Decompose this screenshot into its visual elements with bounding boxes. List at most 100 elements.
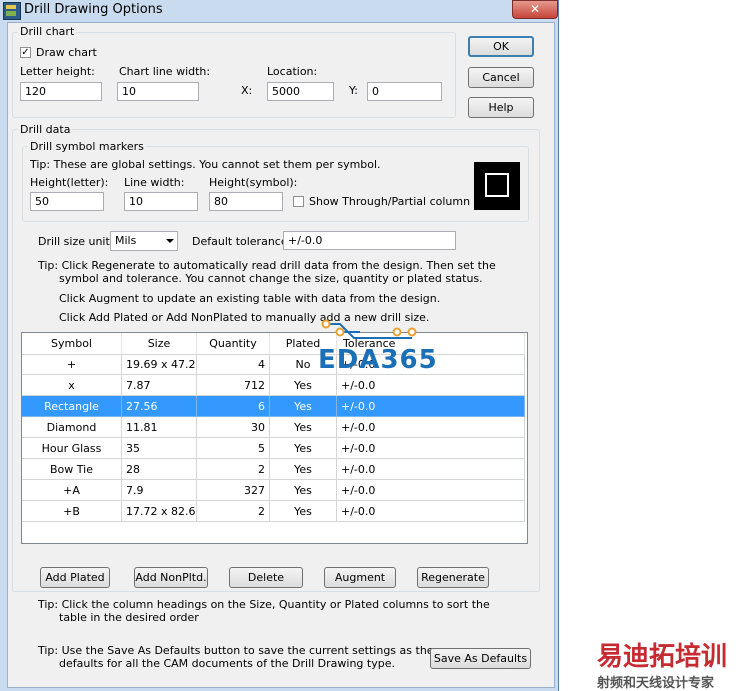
cell-tolerance: +/-0.0: [337, 417, 525, 438]
drill-size-units-select[interactable]: Mils: [110, 231, 178, 251]
line-width-label: Line width:: [124, 176, 185, 189]
cell-symbol: x: [22, 375, 122, 396]
column-header-size[interactable]: Size: [122, 333, 197, 354]
cell-quantity: 4: [197, 354, 270, 375]
cell-plated: Yes: [270, 417, 337, 438]
cell-tolerance: +/-0.0: [337, 459, 525, 480]
cell-quantity: 30: [197, 417, 270, 438]
sort-tip-line2: table in the desired order: [59, 611, 199, 624]
table-row[interactable]: +A 7.9 327 Yes +/-0.0: [22, 480, 525, 501]
location-y-input[interactable]: 0: [367, 82, 442, 101]
height-letter-label: Height(letter):: [30, 176, 109, 189]
table-row[interactable]: x 7.87 712 Yes +/-0.0: [22, 375, 525, 396]
cn-watermark-title: 易迪拓培训: [597, 642, 728, 672]
show-through-checkbox[interactable]: [293, 196, 304, 207]
delete-button[interactable]: Delete: [229, 567, 303, 588]
draw-chart-label: Draw chart: [36, 46, 97, 59]
cell-symbol: +B: [22, 501, 122, 522]
symbol-preview: [474, 162, 520, 210]
cell-tolerance: +/-0.0: [337, 438, 525, 459]
augment-tip: Click Augment to update an existing tabl…: [59, 292, 441, 305]
cell-symbol: Bow Tie: [22, 459, 122, 480]
cell-tolerance: +/-0.0: [337, 480, 525, 501]
ok-button[interactable]: OK: [468, 36, 534, 57]
cell-size: 19.69 x 47.24: [122, 354, 197, 375]
y-label: Y:: [349, 84, 358, 97]
cell-quantity: 327: [197, 480, 270, 501]
location-x-input[interactable]: 5000: [267, 82, 334, 101]
close-button[interactable]: ✕: [512, 0, 558, 19]
cell-tolerance: +/-0.0: [337, 375, 525, 396]
regenerate-button[interactable]: Regenerate: [417, 567, 489, 588]
letter-height-label: Letter height:: [20, 65, 95, 78]
cell-plated: Yes: [270, 459, 337, 480]
window-title: Drill Drawing Options: [24, 2, 163, 17]
cell-quantity: 712: [197, 375, 270, 396]
cell-tolerance: +/-0.0: [337, 501, 525, 522]
help-button[interactable]: Help: [468, 97, 534, 118]
cancel-button[interactable]: Cancel: [468, 67, 534, 88]
defaults-tip-line1: Tip: Use the Save As Defaults button to …: [38, 644, 434, 657]
show-through-label: Show Through/Partial column: [309, 195, 471, 208]
table-row[interactable]: +B 17.72 x 82.68 2 Yes +/-0.0: [22, 501, 525, 522]
cell-quantity: 2: [197, 501, 270, 522]
drill-symbol-markers-label: Drill symbol markers: [28, 140, 146, 153]
cell-plated: Yes: [270, 375, 337, 396]
eda365-circuit-logo: [321, 319, 417, 339]
height-symbol-input[interactable]: 80: [209, 192, 283, 211]
cell-symbol: +A: [22, 480, 122, 501]
table-row[interactable]: + 19.69 x 47.24 4 No +/-0.0: [22, 354, 525, 375]
cell-size: 27.56: [122, 396, 197, 417]
sort-tip-line1: Tip: Click the column headings on the Si…: [38, 598, 490, 611]
letter-height-input[interactable]: 120: [20, 82, 102, 101]
square-symbol-icon: [485, 173, 509, 197]
cell-size: 17.72 x 82.68: [122, 501, 197, 522]
x-label: X:: [241, 84, 253, 97]
cell-size: 28: [122, 459, 197, 480]
cell-quantity: 2: [197, 459, 270, 480]
cell-size: 7.87: [122, 375, 197, 396]
cell-symbol: Rectangle: [22, 396, 122, 417]
default-tolerance-label: Default tolerance:: [192, 235, 292, 248]
add-nonplated-button[interactable]: Add NonPltd.: [134, 567, 208, 588]
defaults-tip-line2: defaults for all the CAM documents of th…: [59, 657, 395, 670]
table-row[interactable]: Hour Glass 35 5 Yes +/-0.0: [22, 438, 525, 459]
chevron-down-icon: [166, 239, 174, 243]
cell-symbol: Hour Glass: [22, 438, 122, 459]
drill-data-group-label: Drill data: [18, 123, 73, 136]
cell-quantity: 5: [197, 438, 270, 459]
drill-chart-group-label: Drill chart: [18, 25, 77, 38]
default-tolerance-input[interactable]: +/-0.0: [283, 231, 456, 250]
table-row[interactable]: Bow Tie 28 2 Yes +/-0.0: [22, 459, 525, 480]
column-header-quantity[interactable]: Quantity: [197, 333, 270, 354]
add-plated-button[interactable]: Add Plated: [40, 567, 110, 588]
augment-button[interactable]: Augment: [324, 567, 396, 588]
drill-table-header: Symbol Size Quantity Plated Tolerance: [22, 333, 525, 355]
save-as-defaults-button[interactable]: Save As Defaults: [430, 648, 531, 669]
regenerate-tip-line2: symbol and tolerance. You cannot change …: [59, 272, 483, 285]
table-row[interactable]: Diamond 11.81 30 Yes +/-0.0: [22, 417, 525, 438]
table-row-selected[interactable]: Rectangle 27.56 6 Yes +/-0.0: [22, 396, 525, 417]
cell-quantity: 6: [197, 396, 270, 417]
location-label: Location:: [267, 65, 318, 78]
cell-size: 7.9: [122, 480, 197, 501]
drill-size-units-label: Drill size units:: [38, 235, 120, 248]
height-symbol-label: Height(symbol):: [209, 176, 298, 189]
cell-tolerance: +/-0.0: [337, 396, 525, 417]
cell-plated: Yes: [270, 396, 337, 417]
title-bar[interactable]: Drill Drawing Options: [0, 0, 558, 21]
markers-tip: Tip: These are global settings. You cann…: [30, 158, 381, 171]
chart-line-width-input[interactable]: 10: [117, 82, 199, 101]
cell-symbol: +: [22, 354, 122, 375]
cell-symbol: Diamond: [22, 417, 122, 438]
line-width-input[interactable]: 10: [124, 192, 198, 211]
height-letter-input[interactable]: 50: [30, 192, 104, 211]
drill-table[interactable]: Symbol Size Quantity Plated Tolerance + …: [21, 332, 528, 544]
eda365-watermark: EDA365: [318, 345, 438, 375]
pads-app-icon: [3, 2, 21, 20]
draw-chart-checkbox[interactable]: ✓: [20, 47, 31, 58]
drill-size-units-value: Mils: [115, 234, 137, 247]
column-header-symbol[interactable]: Symbol: [22, 333, 122, 354]
cell-size: 35: [122, 438, 197, 459]
cell-size: 11.81: [122, 417, 197, 438]
